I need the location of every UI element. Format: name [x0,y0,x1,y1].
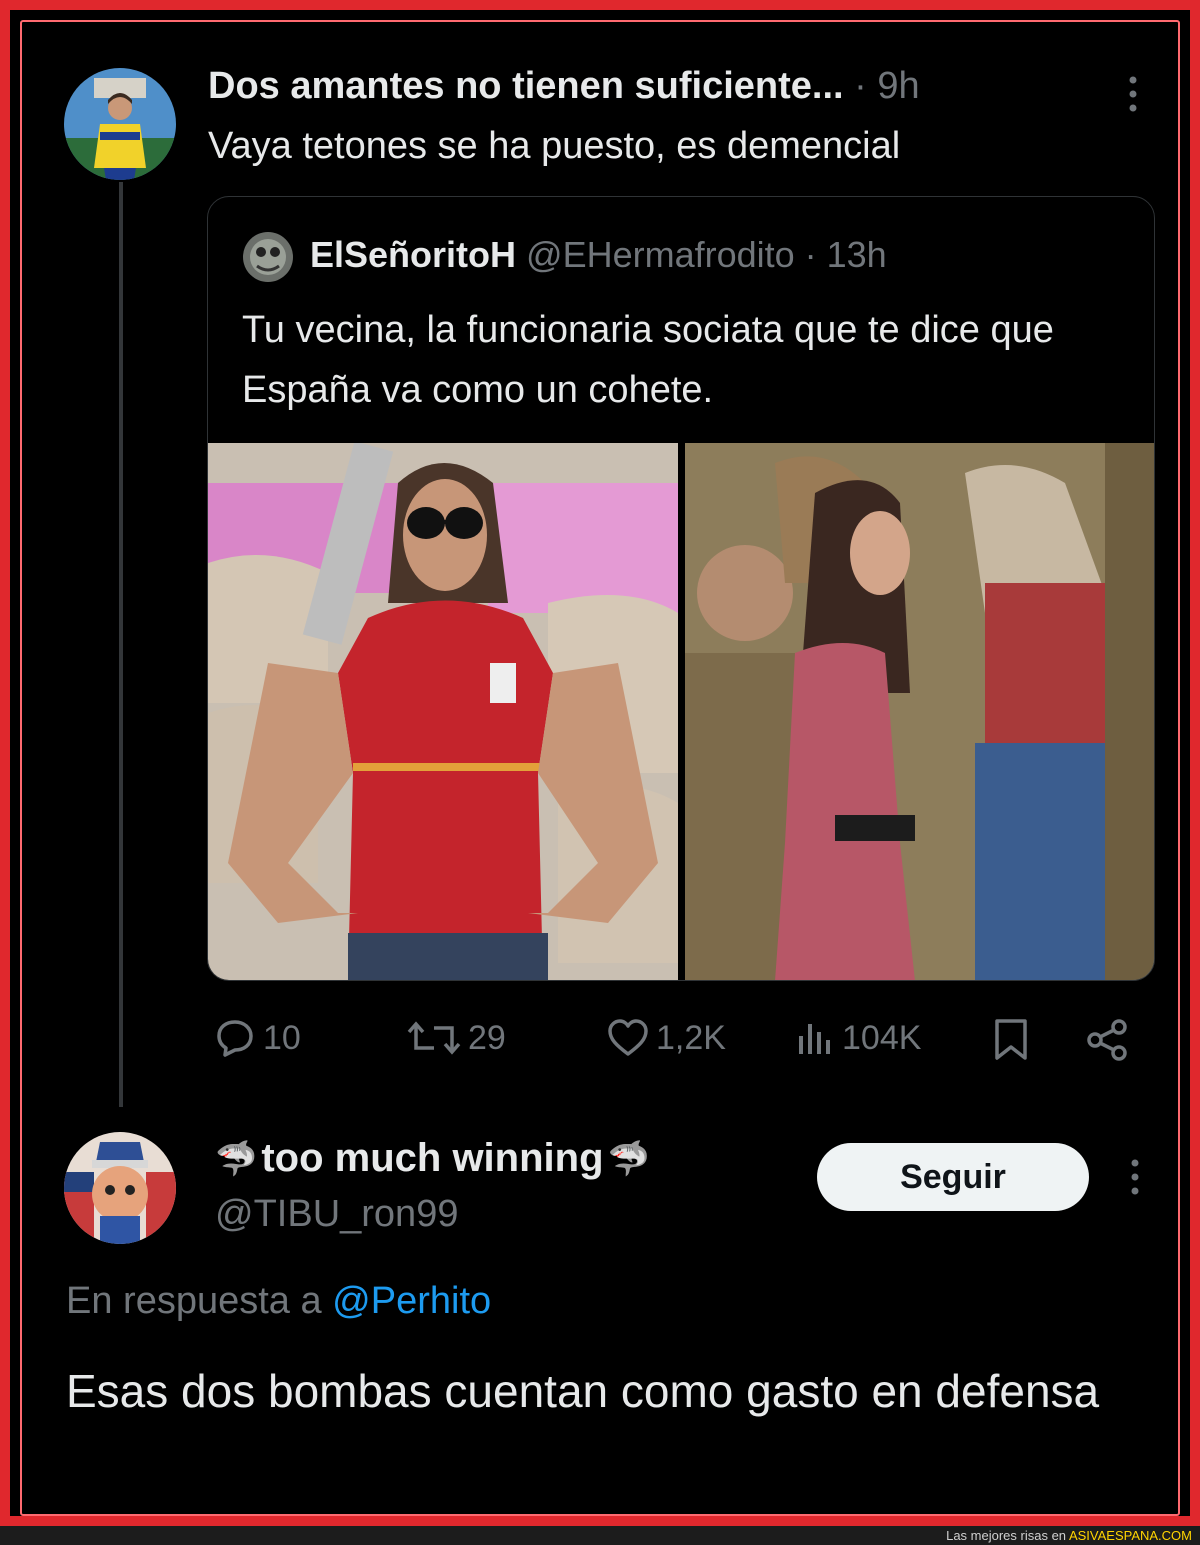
retweet-icon [407,1021,461,1055]
author-handle[interactable]: @TIBU_ron99 [215,1193,458,1236]
bookmark-button[interactable] [992,1018,1030,1062]
author-handle-time[interactable]: @EHermafrodito · 13h [516,234,887,275]
views-button[interactable]: 104K [796,1018,921,1058]
share-button[interactable] [1085,1018,1131,1062]
author-name[interactable]: ElSeñoritoH [310,234,516,275]
author-name[interactable]: too much winning [261,1136,603,1181]
avatar[interactable] [64,1132,176,1244]
screenshot-frame: Dos amantes no tienen suficiente... · 9h… [0,0,1200,1526]
views-count: 104K [842,1018,922,1057]
quoted-author[interactable]: ElSeñoritoH @EHermafrodito · 13h [310,234,887,276]
quoted-text: Tu vecina, la funcionaria sociata que te… [242,309,1054,411]
reply-prefix: En respuesta a [66,1280,333,1322]
like-button[interactable]: 1,2K [606,1018,726,1058]
avatar[interactable] [64,68,176,180]
photo-left[interactable] [208,443,678,980]
bookmark-icon [995,1019,1027,1060]
share-icon [1087,1019,1127,1061]
more-icon[interactable] [1120,1157,1150,1197]
like-count: 1,2K [656,1018,726,1057]
retweet-count: 29 [468,1018,506,1057]
photo-right[interactable] [685,443,1154,980]
author-name[interactable]: Dos amantes no tienen suficiente... [208,65,844,107]
views-icon [799,1024,830,1054]
like-icon [608,1019,648,1056]
tweet-text: Vaya tetones se ha puesto, es demencial [208,125,901,167]
footer-text: Las mejores risas en [946,1528,1069,1543]
shark-icon: 🦈 [215,1139,258,1178]
reply-count: 10 [263,1018,301,1057]
footer-site-link[interactable]: ASIVAESPANA.COM [1069,1528,1192,1543]
reply-button[interactable]: 10 [213,1018,301,1058]
more-icon[interactable] [1118,70,1148,118]
tweet-author[interactable]: Dos amantes no tienen suficiente... · 9h [208,65,920,108]
reply-context: En respuesta a @Perhito [66,1280,491,1323]
shark-icon: 🦈 [607,1139,650,1178]
site-footer: Las mejores risas en ASIVAESPANA.COM [0,1526,1200,1545]
retweet-button[interactable]: 29 [406,1018,506,1058]
tweet-text: Esas dos bombas cuentan como gasto en de… [66,1365,1100,1417]
follow-button[interactable]: Seguir [817,1143,1089,1211]
tweet-time[interactable]: · 9h [844,65,920,107]
thread-line [119,182,123,1107]
avatar[interactable] [243,232,293,282]
reply-icon [217,1020,253,1057]
reply-mention-link[interactable]: @Perhito [332,1280,491,1322]
tweet-author[interactable]: 🦈 too much winning 🦈 [215,1136,650,1181]
